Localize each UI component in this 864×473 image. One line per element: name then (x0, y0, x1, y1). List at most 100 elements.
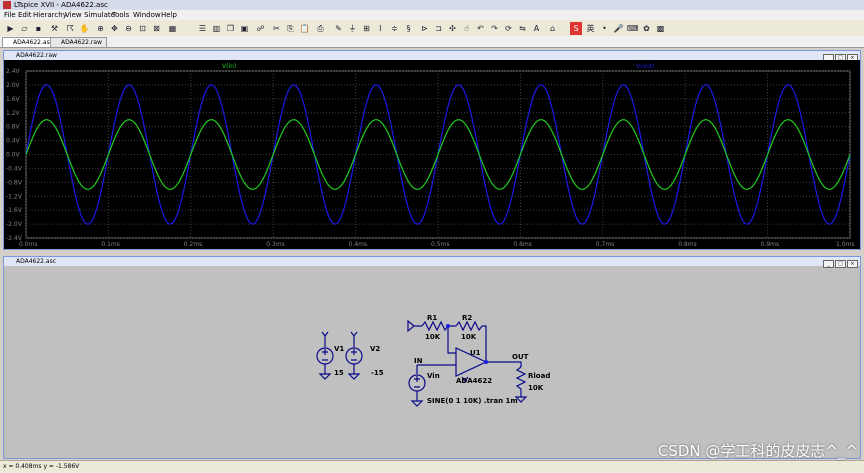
y-tick-label: 2.4V (6, 68, 21, 75)
menu-help[interactable]: Help (161, 11, 177, 19)
zoom-in-icon[interactable]: ⊕ (94, 22, 107, 35)
copy-icon[interactable]: ⎘ (284, 22, 297, 35)
v1-source[interactable] (316, 331, 334, 380)
capacitor-icon[interactable]: ≑ (388, 22, 401, 35)
redo-icon[interactable]: ↷ (488, 22, 501, 35)
menu-simulate[interactable]: Simulate (84, 11, 115, 19)
x-tick-label: 0.5ms (431, 241, 450, 248)
document-tabs: ADA4622.asc ADA4622.raw (0, 36, 864, 48)
x-tick-label: 0.7ms (596, 241, 615, 248)
close-window-icon[interactable]: ▣ (238, 22, 251, 35)
cut-icon[interactable]: ✂ (270, 22, 283, 35)
x-tick-label: 0.8ms (678, 241, 697, 248)
r1-resistor[interactable] (421, 320, 449, 332)
spice-directive-icon[interactable]: ⌂ (546, 22, 559, 35)
find-icon[interactable]: ☍ (254, 22, 267, 35)
ground-icon[interactable]: ⏚ (346, 22, 359, 35)
diode-icon[interactable]: ⊳ (418, 22, 431, 35)
r2-value: 10K (461, 333, 477, 341)
undo-icon[interactable]: ↶ (474, 22, 487, 35)
autorange-icon[interactable]: ▦ (166, 22, 179, 35)
tab-waveform[interactable]: ADA4622.raw (50, 37, 107, 47)
waveform-window-controls: _ □ × (822, 52, 858, 62)
ime-skin-icon[interactable]: ✿ (640, 22, 653, 35)
toolbar: ▶ ▱ ▪ ⚒ ☈ ✋ ⊕ ✥ ⊖ ⊡ ⊠ ▦ ☰ ▥ ❐ ▣ ☍ ✂ ⎘ 📋 … (0, 20, 864, 37)
ime-voice-icon[interactable]: 🎤 (612, 22, 625, 35)
rload-label: Rload (528, 372, 550, 380)
junction-node (446, 324, 450, 328)
inductor-icon[interactable]: § (402, 22, 415, 35)
menu-edit[interactable]: Edit (18, 11, 32, 19)
ime-tools-icon[interactable]: ▩ (654, 22, 667, 35)
pan-icon[interactable]: ✥ (108, 22, 121, 35)
ime-icon[interactable]: S (570, 22, 582, 35)
rotate-icon[interactable]: ⟳ (502, 22, 515, 35)
x-tick-label: 0.6ms (513, 241, 532, 248)
menu-hierarchy[interactable]: Hierarchy (33, 11, 67, 19)
resistor-icon[interactable]: ⌇ (374, 22, 387, 35)
ime-lang-icon[interactable]: 英 (584, 22, 597, 35)
window-title: LTspice XVII - ADA4622.asc (14, 1, 108, 9)
y-tick-label: -0.4V (6, 165, 23, 172)
drag-icon[interactable]: ☝ (460, 22, 473, 35)
y-tick-label: 1.2V (6, 110, 21, 117)
open-icon[interactable]: ▱ (18, 22, 31, 35)
wire-feedback (482, 325, 487, 362)
vin-source[interactable] (408, 374, 426, 407)
text-icon[interactable]: A (530, 22, 543, 35)
y-tick-label: 0.4V (6, 138, 21, 145)
waveform-plot[interactable]: 2.4V 2.0V 1.6V 1.2V 0.8V 0.4V 0.0V -0.4V -0.8V -1… (4, 60, 860, 249)
menu-window[interactable]: Window (133, 11, 161, 19)
zoom-fit-icon[interactable]: ⊡ (136, 22, 149, 35)
draw-wire-icon[interactable]: ✎ (332, 22, 345, 35)
v2-label: V2 (370, 345, 380, 353)
print-icon[interactable]: ⎙ (314, 22, 327, 35)
save-icon[interactable]: ▪ (32, 22, 45, 35)
tile-vertical-icon[interactable]: ▥ (210, 22, 223, 35)
trace-label-v-in[interactable]: V(in) (222, 63, 236, 70)
x-tick-label: 0.0ms (19, 241, 38, 248)
move-icon[interactable]: ✣ (446, 22, 459, 35)
cascade-icon[interactable]: ❐ (224, 22, 237, 35)
y-tick-label: -2.0V (6, 221, 23, 228)
net-label-out: OUT (512, 353, 529, 361)
tile-horizontal-icon[interactable]: ☰ (196, 22, 209, 35)
zoom-out-icon[interactable]: ⊖ (122, 22, 135, 35)
mirror-icon[interactable]: ⇋ (516, 22, 529, 35)
r1-value: 10K (425, 333, 441, 341)
schematic-window-title: ADA4622.asc (4, 257, 860, 266)
x-tick-label: 0.9ms (761, 241, 780, 248)
menu-tools[interactable]: Tools (112, 11, 129, 19)
paste-icon[interactable]: 📋 (298, 22, 311, 35)
schematic-canvas[interactable]: V1 15 V2 -15 R1 10K R2 10K U1 ADA4622 IN… (4, 266, 860, 458)
ground-port-left (407, 319, 422, 333)
waveform-window-title: ADA4622.raw (4, 51, 860, 60)
menu-file[interactable]: File (4, 11, 16, 19)
app-icon (3, 1, 11, 9)
zoom-cancel-icon[interactable]: ⊠ (150, 22, 163, 35)
ime-keyboard-icon[interactable]: ⌨ (626, 22, 639, 35)
label-net-icon[interactable]: ⊞ (360, 22, 373, 35)
wire-mid (447, 325, 456, 354)
y-tick-label: 2.0V (6, 82, 21, 89)
v2-value: -15 (371, 369, 384, 377)
r1-label: R1 (427, 314, 437, 322)
rload-value: 10K (528, 384, 544, 392)
net-label-in: IN (414, 357, 423, 365)
u1-label: U1 (470, 349, 481, 357)
v1-label: V1 (334, 345, 344, 353)
waveform-window: ADA4622.raw _ □ × 2.4V 2.0V 1.6V 1.2V 0.8V 0.4V… (3, 50, 861, 250)
menu-view[interactable]: View (65, 11, 82, 19)
v1-value: 15 (334, 369, 344, 377)
r2-resistor[interactable] (455, 320, 483, 332)
control-panel-icon[interactable]: ⚒ (48, 22, 61, 35)
component-icon[interactable]: ⊐ (432, 22, 445, 35)
trace-label-v-out[interactable]: V(out) (636, 63, 655, 70)
run-icon[interactable]: ☈ (64, 22, 77, 35)
vin-value: SINE(0 1 10K) .tran 1m (427, 397, 518, 405)
v2-source[interactable] (345, 331, 363, 380)
ime-punct-icon[interactable]: • (598, 22, 611, 35)
y-tick-label: -1.6V (6, 207, 23, 214)
new-schematic-icon[interactable]: ▶ (4, 22, 17, 35)
halt-icon[interactable]: ✋ (78, 22, 91, 35)
